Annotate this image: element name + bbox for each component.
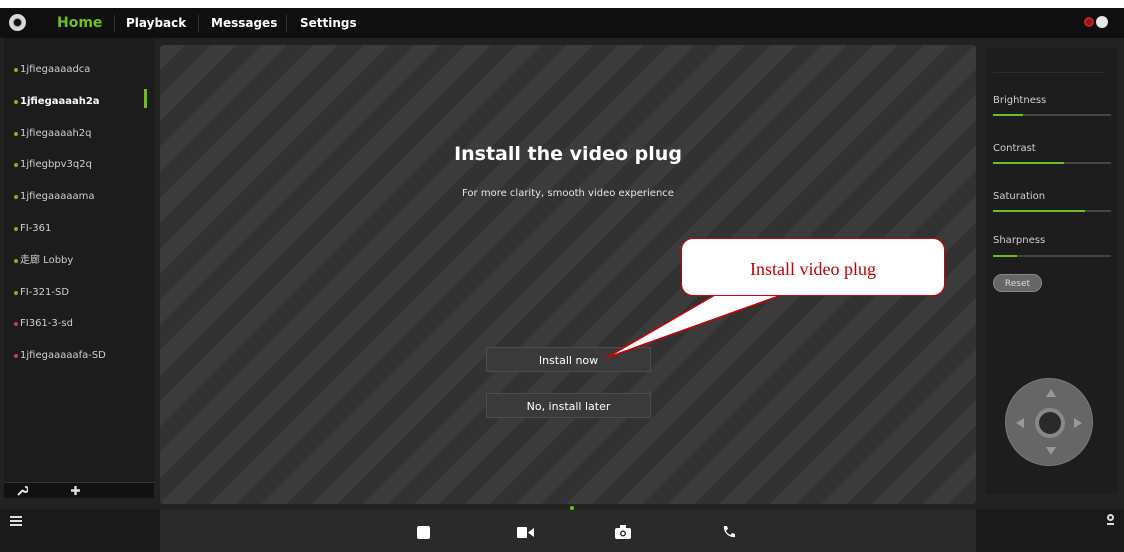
brightness-label: Brightness [993, 95, 1047, 106]
install-later-button[interactable]: No, install later [486, 393, 651, 418]
device-label: 1jfiegaaaaama [20, 191, 95, 203]
device-item[interactable]: 走廊 Lobby [4, 255, 154, 287]
status-dot-icon [14, 226, 18, 231]
status-dot-icon [14, 354, 18, 359]
nav-divider [198, 15, 199, 32]
app-logo-icon [9, 14, 26, 31]
status-dot-icon [14, 99, 18, 104]
menu-icon[interactable] [10, 516, 22, 526]
talk-icon[interactable] [722, 524, 736, 543]
record-icon[interactable] [517, 524, 534, 543]
playback-controls [160, 509, 976, 552]
device-item[interactable]: 1jfiegaaaah2a [4, 88, 154, 128]
status-dot-icon [14, 290, 18, 295]
pan-right-icon[interactable] [1074, 418, 1082, 428]
device-sidebar: 1jfiegaaaadca 1jfiegaaaah2a 1jfiegaaaah2… [4, 38, 154, 482]
device-label: 1jfiegaaaadca [20, 64, 91, 75]
sharpness-label: Sharpness [993, 235, 1046, 246]
contrast-label: Contrast [993, 143, 1036, 154]
stop-icon[interactable] [417, 524, 430, 543]
wrench-icon[interactable] [16, 483, 29, 499]
tab-messages[interactable]: Messages [211, 8, 277, 38]
power-toggle[interactable] [1084, 16, 1108, 28]
slider-fill [993, 210, 1086, 212]
device-label: FI-361 [20, 222, 52, 234]
status-dot-icon [14, 131, 18, 136]
ptz-center-icon[interactable] [1035, 408, 1065, 438]
pan-down-icon[interactable] [1046, 447, 1056, 455]
slider-fill [993, 162, 1064, 164]
saturation-slider[interactable] [993, 210, 1111, 212]
top-bar: Home Playback Messages Settings [0, 8, 1124, 38]
device-label: 1jfiegbpv3q2q [20, 159, 92, 171]
callout-box: Install video plug [681, 238, 945, 296]
nav-divider [114, 15, 115, 32]
status-dot-icon [14, 322, 18, 327]
device-label: 走廊 Lobby [20, 254, 74, 266]
saturation-label: Saturation [993, 191, 1046, 202]
status-dot-icon [14, 163, 18, 168]
device-list: 1jfiegaaaadca 1jfiegaaaah2a 1jfiegaaaah2… [4, 38, 154, 382]
location-icon[interactable] [1107, 514, 1114, 525]
ptz-control[interactable] [1005, 378, 1093, 466]
device-item[interactable]: 1jfiegaaaaama [4, 191, 154, 223]
sidebar-toolbar [4, 482, 154, 498]
tab-playback[interactable]: Playback [126, 8, 186, 38]
device-item[interactable]: FI-321-SD [4, 287, 154, 319]
plus-icon[interactable] [70, 483, 81, 499]
reset-button[interactable]: Reset [993, 274, 1042, 292]
device-item[interactable]: 1jfiegaaaah2q [4, 128, 154, 160]
install-now-button[interactable]: Install now [486, 347, 651, 372]
brightness-slider[interactable] [993, 114, 1111, 116]
device-label: 1jfiegaaaah2a [20, 95, 100, 107]
device-label: 1jfiegaaaaafa-SD [20, 350, 106, 362]
status-dot-icon [14, 258, 18, 263]
status-dot-icon [14, 68, 18, 72]
tab-home[interactable]: Home [57, 8, 102, 38]
divider [993, 72, 1105, 73]
pan-up-icon[interactable] [1046, 389, 1056, 397]
device-item[interactable]: 1jfiegaaaadca [4, 64, 154, 96]
page-indicator [570, 506, 574, 510]
contrast-slider[interactable] [993, 162, 1111, 164]
device-item[interactable]: 1jfiegaaaaafa-SD [4, 350, 154, 382]
snapshot-icon[interactable] [615, 524, 631, 543]
nav-divider [286, 15, 287, 32]
sharpness-slider[interactable] [993, 255, 1111, 257]
device-item[interactable]: FI361-3-sd [4, 318, 154, 350]
plugin-subtitle: For more clarity, smooth video experienc… [462, 188, 674, 199]
slider-fill [993, 114, 1023, 116]
bottom-toolbar [0, 509, 1124, 552]
device-item[interactable]: 1jfiegbpv3q2q [4, 159, 154, 191]
adjustment-panel: Brightness Contrast Saturation Sharpness… [985, 48, 1117, 494]
status-dot-icon [14, 195, 18, 200]
main-area: 1jfiegaaaadca 1jfiegaaaah2a 1jfiegaaaah2… [0, 38, 1124, 509]
active-marker [144, 88, 147, 108]
slider-fill [993, 255, 1017, 257]
plugin-title: Install the video plug [454, 143, 682, 165]
tab-settings[interactable]: Settings [300, 8, 357, 38]
device-label: FI361-3-sd [20, 318, 73, 330]
pan-left-icon[interactable] [1016, 418, 1024, 428]
device-label: 1jfiegaaaah2q [20, 127, 92, 139]
power-icon [1084, 17, 1094, 27]
device-item[interactable]: FI-361 [4, 223, 154, 255]
callout-text: Install video plug [750, 259, 876, 279]
device-label: FI-321-SD [20, 286, 70, 298]
toggle-knob-icon [1096, 16, 1108, 28]
